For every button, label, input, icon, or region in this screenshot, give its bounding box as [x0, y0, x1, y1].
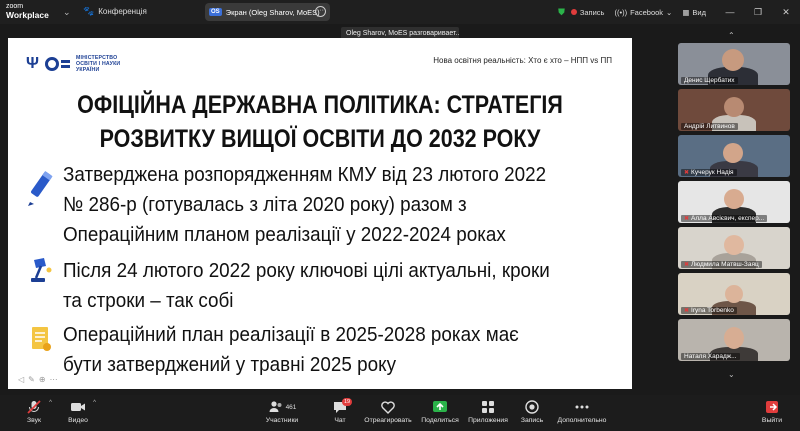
leave-label: Выйти: [761, 417, 783, 424]
restore-icon[interactable]: ❐: [744, 7, 772, 18]
participant-name: Алла Авсієвич, експер...: [691, 215, 765, 222]
bullet-3: Операційний план реалізації в 2025-2028 …: [63, 323, 519, 376]
more-dots-icon: [574, 399, 590, 415]
more-slide-icon[interactable]: ⋯: [50, 375, 58, 384]
more-button[interactable]: Дополнительно: [552, 399, 612, 424]
participants-icon: 461: [268, 399, 297, 415]
participant-name: Наталя Харадж...: [684, 353, 737, 360]
brand-bottom: Workplace: [6, 10, 49, 20]
video-camera-icon: [70, 399, 86, 415]
participant-name: Кучерук Надія: [691, 169, 734, 176]
share-screen-icon: [432, 399, 448, 415]
leave-icon: [764, 399, 780, 415]
react-label: Отреагировать: [364, 417, 412, 424]
leave-button[interactable]: Выйти: [746, 399, 798, 424]
participant-name: Денис Щербатих: [684, 77, 735, 84]
participant-tile[interactable]: Андрій Литвинов: [678, 89, 790, 131]
facebook-label: Facebook: [630, 7, 664, 17]
record-dot-icon: [570, 9, 577, 15]
participant-tile[interactable]: Денис Щербатих: [678, 43, 790, 85]
mic-muted-icon: ✖: [684, 216, 690, 222]
participant-name: Iryna Torbenko: [691, 307, 734, 314]
participants-label: Участники: [265, 417, 299, 424]
live-icon: ((•)): [614, 7, 628, 17]
record-indicator[interactable]: Запись: [570, 7, 605, 17]
participant-tile[interactable]: ✖ Iryna Torbenko: [678, 273, 790, 315]
react-button[interactable]: Отреагировать: [358, 399, 418, 424]
participants-count: 461: [285, 403, 297, 411]
video-button[interactable]: Видео ^: [48, 399, 108, 424]
heart-icon: [380, 399, 396, 415]
participant-tile[interactable]: ✖ Кучерук Надія: [678, 135, 790, 177]
chat-label: Чат: [334, 417, 346, 424]
certificate-icon: [32, 327, 51, 351]
participant-name: Андрій Литвинов: [684, 123, 735, 130]
ministry-name: МІНІСТЕРСТВО ОСВІТИ І НАУКИ УКРАЇНИ: [75, 55, 121, 73]
view-label: Вид: [692, 7, 706, 17]
trident-icon: Ψ: [26, 55, 39, 72]
paw-icon: 🐾: [83, 6, 95, 16]
chat-badge: 19: [342, 398, 353, 406]
mic-muted-icon: ✖: [684, 262, 690, 268]
chevron-down-icon[interactable]: ⌄: [63, 7, 71, 18]
bullet-2: Після 24 лютого 2022 року ключові цілі а…: [63, 259, 550, 312]
apps-icon: [480, 399, 496, 415]
shared-slide: Ψ МІНІСТЕРСТВО ОСВІТИ І НАУКИ УКРАЇНИ Но…: [8, 38, 632, 389]
facebook-live[interactable]: ((•)) Facebook ⌄: [614, 8, 672, 17]
zoom-workplace-logo: zoom Workplace: [6, 2, 49, 20]
participant-name: Людмила Матвш-Заяц: [691, 261, 759, 268]
pen-tool-icon[interactable]: ✎: [28, 375, 35, 384]
zoom-slide-icon[interactable]: ⊕: [39, 375, 46, 384]
caret-up-icon[interactable]: ^: [93, 400, 96, 406]
desk-lamp-icon: [31, 258, 52, 282]
video-label: Видео: [68, 417, 88, 424]
participant-gallery: ⌃ Денис Щербатих Андрій Литвинов ✖ Кучеру…: [668, 24, 800, 395]
share-label: Поделиться: [421, 417, 459, 424]
record-icon: [524, 399, 540, 415]
screen-tab-label: Экран (Oleg Sharov, MoES): [225, 7, 320, 17]
more-label: Дополнительно: [557, 417, 607, 424]
pen-icon: [28, 171, 53, 206]
more-options-icon[interactable]: ···: [315, 6, 326, 17]
mic-muted-icon: ✖: [684, 170, 690, 176]
audio-label: Звук: [27, 417, 41, 424]
screen-tab-badge: OS: [209, 8, 222, 16]
participant-tile[interactable]: Наталя Харадж...: [678, 319, 790, 361]
shield-icon: ⛊: [558, 6, 565, 17]
scroll-up-icon[interactable]: ⌃: [728, 31, 735, 40]
minimize-icon[interactable]: —: [716, 7, 744, 17]
prev-slide-icon[interactable]: ◁: [18, 375, 24, 384]
mic-muted-icon: [26, 399, 42, 415]
slide-header-subtitle: Нова освітня реальність: Хто є хто – НПП…: [433, 56, 612, 65]
record-label: Запись: [520, 417, 544, 424]
record-label: Запись: [579, 7, 605, 17]
meeting-toolbar: Звук ^ Видео ^ 461 Участники 19 Чат Отре…: [0, 395, 800, 431]
scroll-down-icon[interactable]: ⌄: [728, 370, 735, 379]
title-bar: zoom Workplace ⌄ 🐾 Конференція OS Экран …: [0, 0, 800, 24]
conference-tab[interactable]: 🐾 Конференція: [83, 6, 147, 17]
screen-share-tab[interactable]: OS Экран (Oleg Sharov, MoES) ···: [205, 3, 330, 21]
slide-controls[interactable]: ◁ ✎ ⊕ ⋯: [18, 375, 58, 384]
slide-title: ОФІЦІЙНА ДЕРЖАВНА ПОЛІТИКА: СТРАТЕГІЯ РО…: [77, 91, 563, 153]
view-menu[interactable]: ▦ Вид: [682, 8, 706, 17]
chevron-down-icon: ⌄: [666, 7, 673, 17]
mic-muted-icon: ✖: [684, 308, 690, 314]
close-icon[interactable]: ✕: [772, 7, 800, 18]
bullet-1: Затверджена розпорядженням КМУ від 23 лю…: [63, 163, 547, 246]
titlebar-right: ⛊ Запись ((•)) Facebook ⌄ ▦ Вид — ❐ ✕: [558, 0, 800, 24]
conference-label: Конференція: [98, 7, 147, 16]
participant-tile[interactable]: ✖ Алла Авсієвич, експер...: [678, 181, 790, 223]
participants-button[interactable]: 461 Участники: [252, 399, 312, 424]
mon-mark-icon: [44, 57, 70, 71]
participant-tile[interactable]: ✖ Людмила Матвш-Заяц: [678, 227, 790, 269]
grid-icon: ▦: [682, 7, 690, 17]
ministry-logo: Ψ МІНІСТЕРСТВО ОСВІТИ І НАУКИ УКРАЇНИ: [26, 55, 120, 73]
